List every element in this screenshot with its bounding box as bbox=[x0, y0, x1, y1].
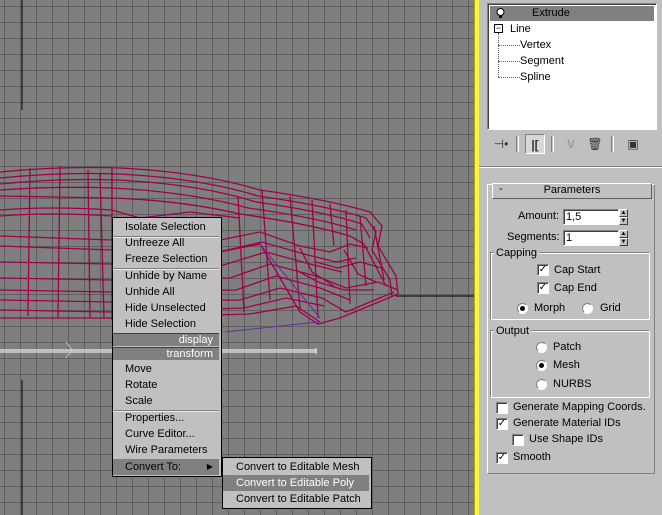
make-unique-icon[interactable]: \/ bbox=[561, 134, 581, 154]
cap-start-checkbox[interactable]: ✓ bbox=[537, 264, 549, 276]
quad-header-transform: transform bbox=[113, 347, 219, 360]
parameters-rollout: - Parameters Amount: 1,5 ▲ ▼ Segments: 1 … bbox=[487, 183, 655, 474]
tree-line bbox=[498, 45, 520, 46]
stack-item-label: Extrude bbox=[532, 7, 570, 19]
stack-item-spline[interactable]: Spline bbox=[520, 70, 551, 85]
grid-radio[interactable] bbox=[582, 303, 593, 314]
menu-item-unfreeze-all[interactable]: Unfreeze All bbox=[113, 235, 219, 251]
stack-item-extrude[interactable]: Extrude bbox=[490, 6, 654, 21]
generate-mapping-checkbox[interactable] bbox=[496, 402, 508, 414]
rollout-title: Parameters bbox=[543, 184, 601, 196]
grid-label: Grid bbox=[600, 302, 621, 314]
modifier-stack-list[interactable]: Extrude − Line Vertex Segment Spline bbox=[487, 3, 657, 130]
toolbar-separator bbox=[611, 136, 614, 152]
stack-item-vertex[interactable]: Vertex bbox=[520, 38, 551, 53]
menu-item-convert-to-editable-patch[interactable]: Convert to Editable Patch bbox=[223, 491, 369, 507]
convert-to-label: Convert To: bbox=[125, 461, 182, 473]
stack-toolbar: ⊣• |[ \/ 🗑 ▣ bbox=[487, 132, 655, 158]
submenu-arrow-icon: ▶ bbox=[206, 462, 213, 471]
use-shape-ids-checkbox[interactable] bbox=[512, 434, 524, 446]
stack-item-segment[interactable]: Segment bbox=[520, 54, 564, 69]
use-shape-ids-label: Use Shape IDs bbox=[529, 433, 603, 445]
stack-item-line[interactable]: Line bbox=[510, 22, 531, 37]
menu-item-isolate-selection[interactable]: Isolate Selection bbox=[113, 219, 219, 235]
toolbar-separator bbox=[516, 136, 519, 152]
nurbs-label: NURBS bbox=[553, 378, 592, 390]
cap-end-label: Cap End bbox=[554, 282, 597, 294]
capping-title: Capping bbox=[494, 247, 539, 259]
menu-item-convert-to[interactable]: Convert To: ▶ bbox=[113, 459, 219, 475]
mesh-label: Mesh bbox=[553, 359, 580, 371]
quad-header-display: display bbox=[113, 333, 219, 346]
cap-start-label: Cap Start bbox=[554, 264, 601, 276]
menu-item-rotate[interactable]: Rotate bbox=[113, 377, 219, 393]
menu-item-move[interactable]: Move bbox=[113, 361, 219, 377]
menu-item-curve-editor[interactable]: Curve Editor... bbox=[113, 426, 219, 442]
amount-spinner-arrows[interactable]: ▲ ▼ bbox=[619, 209, 628, 225]
tree-collapse-icon[interactable]: − bbox=[494, 24, 503, 33]
menu-item-properties[interactable]: Properties... bbox=[113, 410, 219, 426]
command-panel: Extrude − Line Vertex Segment Spline ⊣• … bbox=[479, 0, 662, 515]
menu-item-freeze-selection[interactable]: Freeze Selection bbox=[113, 251, 219, 267]
collapse-icon: - bbox=[499, 183, 503, 195]
car-wireframe bbox=[0, 0, 474, 515]
nurbs-radio[interactable] bbox=[536, 379, 547, 390]
output-title: Output bbox=[494, 325, 532, 337]
menu-item-wire-parameters[interactable]: Wire Parameters bbox=[113, 442, 219, 458]
smooth-checkbox[interactable]: ✓ bbox=[496, 452, 508, 464]
cap-end-checkbox[interactable]: ✓ bbox=[537, 282, 549, 294]
segments-field[interactable]: 1 bbox=[563, 230, 619, 246]
menu-item-unhide-by-name[interactable]: Unhide by Name bbox=[113, 268, 219, 284]
quad-menu: Isolate Selection Unfreeze All Freeze Se… bbox=[112, 217, 222, 477]
mesh-radio[interactable] bbox=[536, 360, 547, 371]
amount-field[interactable]: 1,5 bbox=[563, 209, 619, 225]
menu-item-convert-to-editable-poly[interactable]: Convert to Editable Poly bbox=[223, 475, 369, 491]
tree-line bbox=[498, 61, 520, 62]
toolbar-separator bbox=[551, 136, 554, 152]
patch-radio[interactable] bbox=[536, 342, 547, 353]
light-bulb-icon[interactable] bbox=[496, 8, 505, 19]
remove-modifier-icon[interactable]: 🗑 bbox=[585, 134, 605, 154]
convert-to-submenu: Convert to Editable Mesh Convert to Edit… bbox=[222, 457, 372, 509]
morph-label: Morph bbox=[534, 302, 566, 314]
menu-item-unhide-all[interactable]: Unhide All bbox=[113, 284, 219, 300]
patch-label: Patch bbox=[553, 341, 582, 353]
generate-material-ids-label: Generate Material IDs bbox=[513, 417, 621, 429]
parameters-rollout-header[interactable]: - Parameters bbox=[492, 183, 652, 199]
menu-item-hide-unselected[interactable]: Hide Unselected bbox=[113, 300, 219, 316]
menu-item-scale[interactable]: Scale bbox=[113, 393, 219, 409]
segments-label: Segments: bbox=[507, 231, 560, 243]
tree-line bbox=[498, 33, 499, 77]
divider bbox=[479, 166, 662, 168]
pin-stack-icon[interactable]: ⊣• bbox=[491, 134, 511, 154]
amount-label: Amount: bbox=[518, 210, 559, 222]
segments-spinner-arrows[interactable]: ▲ ▼ bbox=[619, 230, 628, 246]
generate-material-ids-checkbox[interactable]: ✓ bbox=[496, 418, 508, 430]
tree-line bbox=[498, 77, 520, 78]
viewport[interactable]: Isolate Selection Unfreeze All Freeze Se… bbox=[0, 0, 474, 515]
menu-item-convert-to-editable-mesh[interactable]: Convert to Editable Mesh bbox=[223, 459, 369, 475]
morph-radio[interactable] bbox=[517, 303, 528, 314]
menu-item-hide-selection[interactable]: Hide Selection bbox=[113, 316, 219, 332]
smooth-label: Smooth bbox=[513, 451, 551, 463]
generate-mapping-label: Generate Mapping Coords. bbox=[513, 401, 646, 413]
show-end-result-icon[interactable]: |[ bbox=[525, 134, 545, 154]
configure-modifier-sets-icon[interactable]: ▣ bbox=[623, 134, 643, 154]
